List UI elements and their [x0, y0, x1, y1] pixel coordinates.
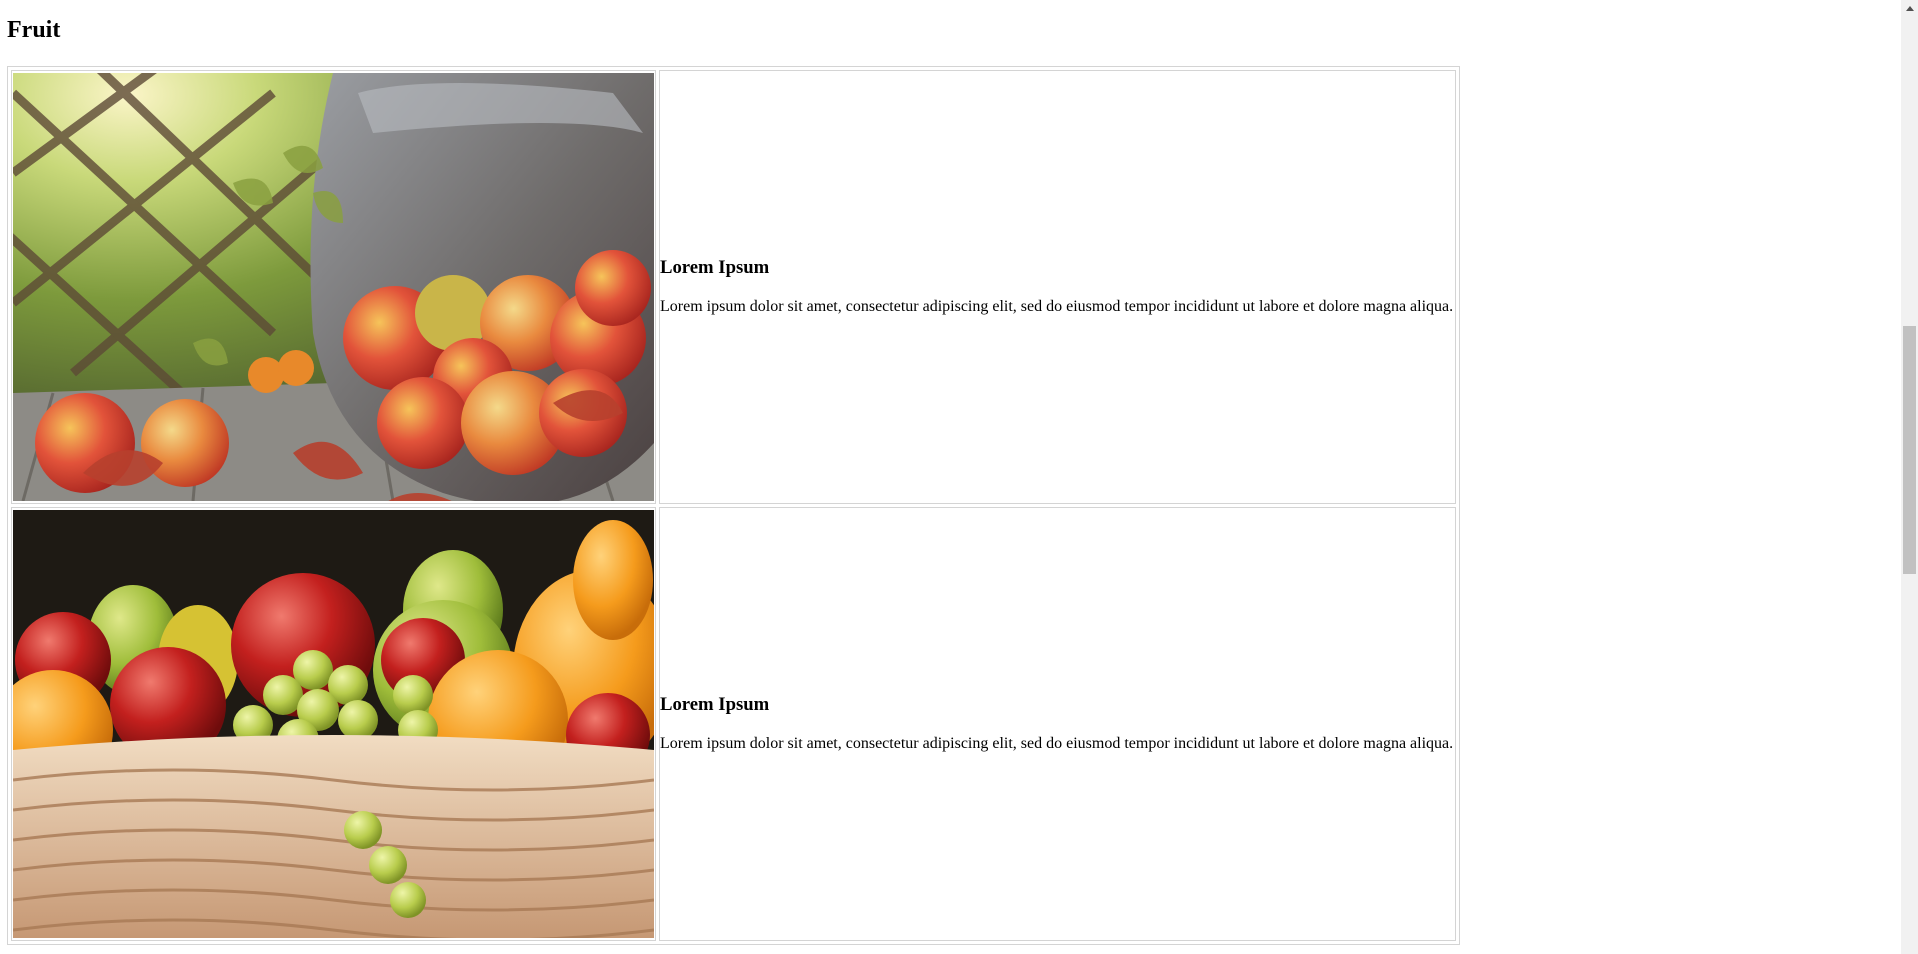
page-title: Fruit	[7, 17, 61, 43]
scroll-up-arrow-icon[interactable]	[1901, 0, 1918, 17]
fruit-basket-photo	[13, 510, 654, 938]
scrollbar-thumb[interactable]	[1903, 326, 1916, 574]
apples-in-basket-photo	[13, 73, 654, 501]
text-cell: Lorem Ipsum Lorem ipsum dolor sit amet, …	[659, 70, 1456, 504]
row-description: Lorem ipsum dolor sit amet, consectetur …	[660, 735, 1454, 752]
row-heading: Lorem Ipsum	[660, 694, 770, 715]
row-heading: Lorem Ipsum	[660, 257, 770, 278]
table-row: Lorem Ipsum Lorem ipsum dolor sit amet, …	[11, 507, 1456, 941]
image-cell	[11, 70, 656, 504]
vertical-scrollbar[interactable]	[1901, 0, 1918, 954]
image-cell	[11, 507, 656, 941]
fruit-table: Lorem Ipsum Lorem ipsum dolor sit amet, …	[7, 66, 1460, 945]
table-row: Lorem Ipsum Lorem ipsum dolor sit amet, …	[11, 70, 1456, 504]
text-cell: Lorem Ipsum Lorem ipsum dolor sit amet, …	[659, 507, 1456, 941]
row-description: Lorem ipsum dolor sit amet, consectetur …	[660, 298, 1454, 315]
